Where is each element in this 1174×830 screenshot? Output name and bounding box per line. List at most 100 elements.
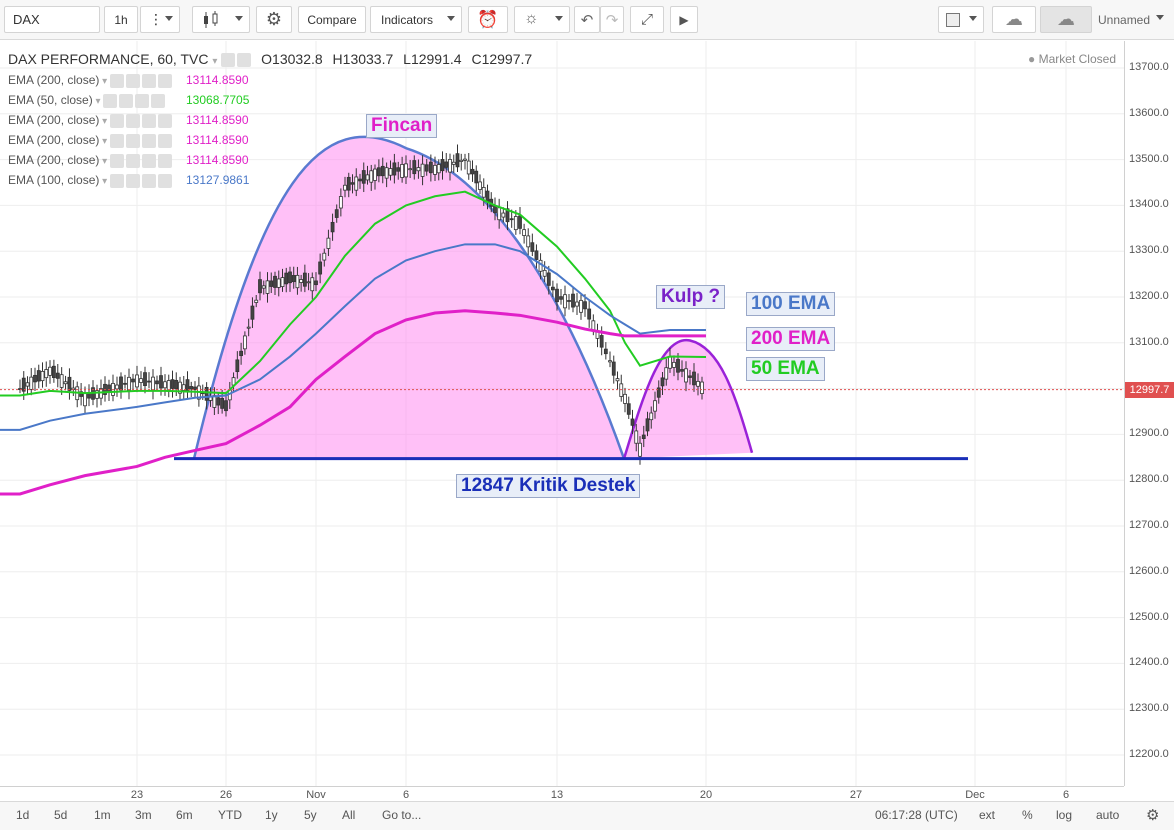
gear-icon[interactable] [119,93,134,108]
indicator-value: 13114.8590 [186,153,249,167]
close-icon[interactable] [157,173,172,188]
gear-icon[interactable]: ⚙ [1146,806,1159,824]
candle-body [546,272,551,286]
close-icon[interactable] [157,133,172,148]
plus-icon[interactable] [141,73,156,88]
plus-icon[interactable] [141,133,156,148]
time-tick-label: 23 [130,789,144,801]
price-axis[interactable]: 13700.0 13600.0 13500.0 13400.0 13300.0 13200… [1124,41,1174,786]
candle-body [273,275,277,288]
indicator-row[interactable]: EMA (200, close) ▾ 13114.8590 [8,113,249,128]
compare-button[interactable]: Compare [298,6,366,33]
ema100-annotation[interactable]: 100 EMA [746,292,836,316]
auto-toggle[interactable]: auto [1096,808,1119,822]
range-button[interactable]: 3m [135,808,152,822]
candle-body [107,384,111,393]
range-button[interactable]: Go to... [382,808,421,822]
chart-style-button[interactable] [192,6,250,33]
indicator-row[interactable]: EMA (200, close) ▾ 13114.8590 [8,133,249,148]
gear-icon[interactable] [125,133,140,148]
range-button[interactable]: YTD [218,808,242,822]
eye-icon[interactable] [109,133,124,148]
close-icon[interactable] [151,93,166,108]
chevron-down-icon[interactable]: ▾ [99,136,110,147]
chevron-down-icon[interactable]: ▾ [99,156,110,167]
cup-annotation[interactable]: Fincan [366,114,438,138]
support-annotation[interactable]: 12847 Kritik Destek [456,474,641,498]
candle-body [48,366,52,376]
interval-menu-button[interactable]: ⋮ [140,6,180,33]
fullscreen-button[interactable]: ⤢ [630,6,664,33]
chevron-down-icon[interactable]: ▾ [99,76,110,87]
lightbulb-icon: ☼ [524,10,539,27]
candle-body [649,412,654,421]
plus-icon[interactable] [135,93,150,108]
candle-body [280,277,285,287]
eye-icon[interactable] [109,113,124,128]
gear-icon[interactable] [125,73,140,88]
ema50-annotation[interactable]: 50 EMA [746,357,825,381]
percent-toggle[interactable]: % [1022,808,1033,822]
handle-shape[interactable] [622,339,754,460]
eye-icon[interactable] [109,73,124,88]
indicator-row[interactable]: EMA (200, close) ▾ 13114.8590 [8,153,249,168]
eye-icon[interactable] [103,93,118,108]
layout-button[interactable] [938,6,984,33]
gear-icon[interactable] [125,113,140,128]
eye-icon[interactable] [221,53,236,68]
range-button[interactable]: 1m [94,808,111,822]
eye-icon[interactable] [109,173,124,188]
eye-icon[interactable] [109,153,124,168]
gear-icon[interactable] [125,153,140,168]
indicator-row[interactable]: EMA (50, close) ▾ 13068.7705 [8,93,249,108]
undo-button[interactable]: ↶ [574,6,600,33]
candle-body [51,365,56,378]
close-icon[interactable] [157,73,172,88]
chevron-down-icon[interactable]: ▾ [93,96,104,107]
chevron-down-icon[interactable]: ▾ [99,116,110,127]
layout-name[interactable]: Unnamed [1092,6,1170,33]
ideas-button[interactable]: ☼ [514,6,570,33]
time-axis[interactable]: 23 26 Nov 6 13 20 27 Dec 6 [0,786,1124,801]
indicator-row[interactable]: EMA (100, close) ▾ 13127.9861 [8,173,249,188]
ext-toggle[interactable]: ext [979,808,995,822]
gear-icon[interactable] [237,53,252,68]
handle-annotation[interactable]: Kulp ? [656,285,726,309]
range-button[interactable]: All [342,808,355,822]
symbol-search-input[interactable]: DAX [4,6,100,33]
interval-button[interactable]: 1h [104,6,138,33]
legend-high: H13033.7 [332,51,394,67]
range-button[interactable]: 5y [304,808,317,822]
candle-body [571,293,575,308]
candle-body [626,403,631,415]
chevron-down-icon[interactable]: ▾ [99,176,110,187]
close-icon[interactable] [157,153,172,168]
plus-icon[interactable] [141,113,156,128]
candle-body [44,369,49,379]
settings-button[interactable]: ⚙ [256,6,292,33]
candle-body [567,300,571,302]
range-button[interactable]: 5d [54,808,67,822]
fullscreen-icon: ⤢ [640,11,653,28]
close-icon[interactable] [157,113,172,128]
indicator-row[interactable]: EMA (200, close) ▾ 13114.8590 [8,73,249,88]
replay-button[interactable]: ▶ [670,6,698,33]
alert-button[interactable]: ⏰ [468,6,508,33]
candle-body [513,216,518,231]
plus-icon[interactable] [141,153,156,168]
save-layout-button[interactable]: ☁ [1040,6,1092,33]
range-button[interactable]: 6m [176,808,193,822]
candles-icon [204,11,218,28]
candle-body [254,299,259,303]
candle-body [265,280,270,294]
log-toggle[interactable]: log [1056,808,1072,822]
redo-button[interactable]: ↷ [600,6,624,33]
range-button[interactable]: 1y [265,808,278,822]
range-button[interactable]: 1d [16,808,29,822]
load-layout-button[interactable]: ☁ [992,6,1036,33]
plus-icon[interactable] [141,173,156,188]
ema200-annotation[interactable]: 200 EMA [746,327,836,351]
gear-icon[interactable] [125,173,140,188]
indicators-button[interactable]: Indicators [370,6,462,33]
price-tick-label: 13100.0 [1129,335,1169,348]
